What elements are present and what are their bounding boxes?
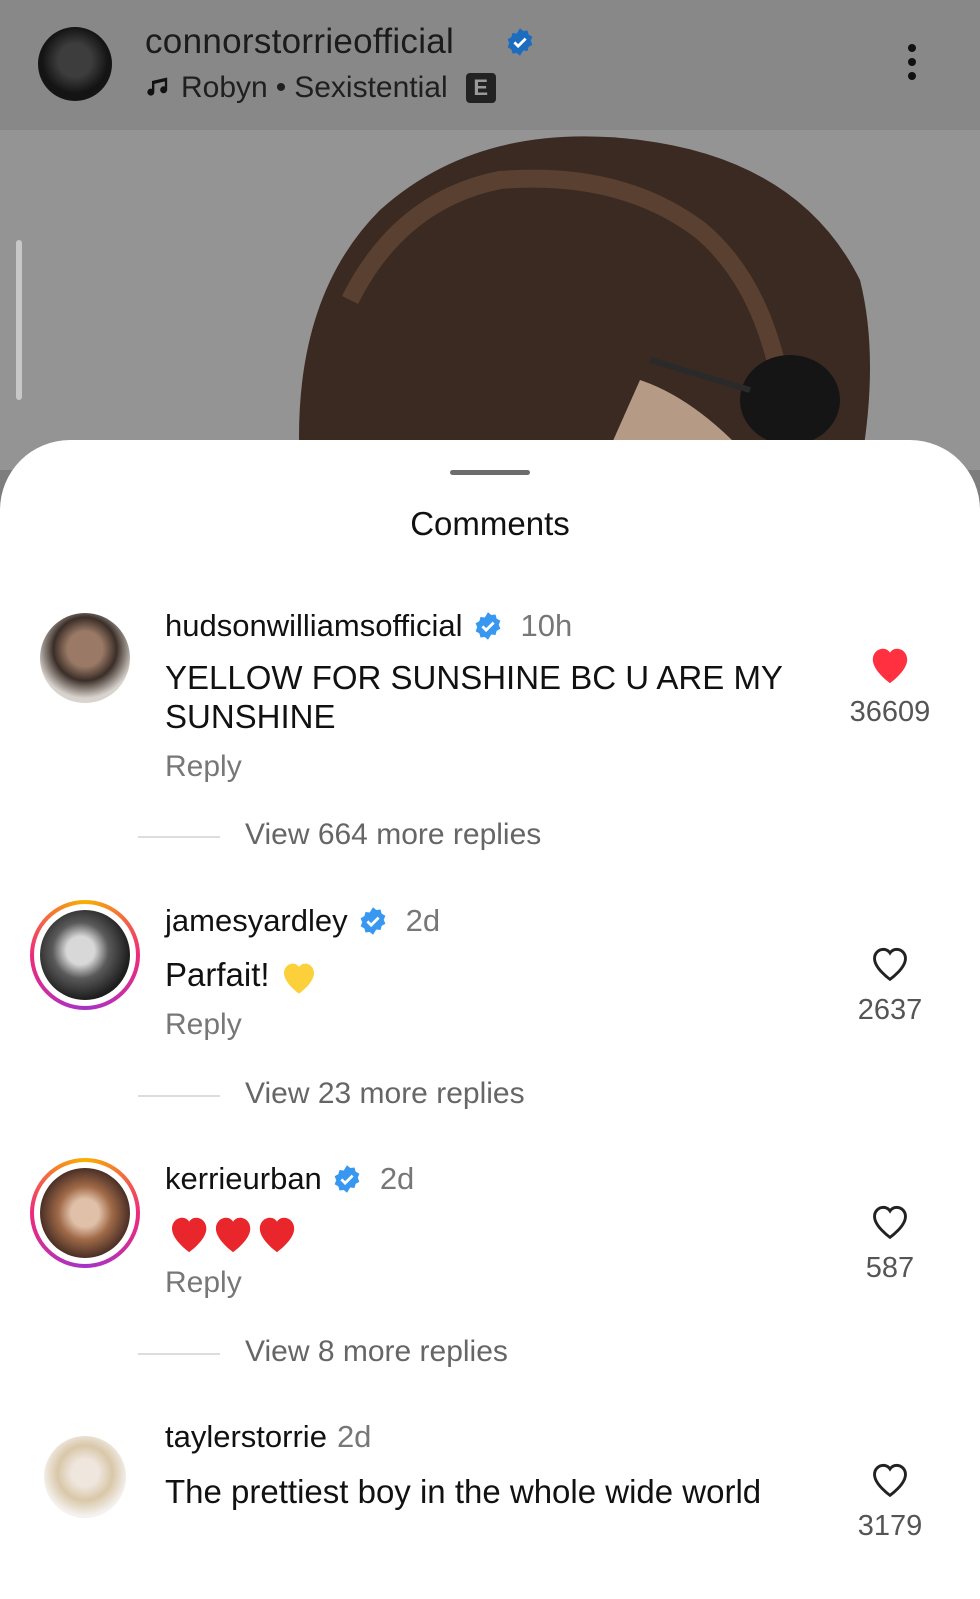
verified-icon [475, 612, 500, 640]
like-control[interactable]: 2637 [840, 943, 940, 1027]
like-control[interactable]: 3179 [840, 1459, 940, 1543]
story-ring[interactable] [30, 900, 140, 1010]
replies-divider [138, 1353, 220, 1355]
more-options-icon[interactable] [906, 44, 918, 88]
separator-dot: • [275, 71, 287, 104]
commenter-avatar[interactable] [44, 1436, 126, 1518]
like-control[interactable]: 587 [840, 1201, 940, 1285]
reel-header [0, 0, 980, 130]
heart-outline-icon[interactable] [868, 1459, 912, 1499]
replies-divider [138, 1095, 220, 1097]
comment-header: hudsonwilliamsofficial 10h [165, 608, 572, 644]
reply-button[interactable]: Reply [165, 1266, 242, 1300]
sheet-grabber[interactable] [450, 470, 530, 475]
comments-sheet: Comments hudsonwilliamsofficial 10h YELL… [0, 440, 980, 1599]
verified-icon [334, 1165, 360, 1193]
artist-name: Robyn [181, 71, 268, 104]
reply-button[interactable]: Reply [165, 750, 242, 784]
explicit-badge: E [465, 73, 496, 103]
commenter-username[interactable]: kerrieurban [165, 1161, 322, 1197]
comment-header: taylerstorrie 2d [165, 1419, 371, 1455]
audio-info[interactable]: Robyn • Sexistential E [145, 71, 496, 105]
owner-username[interactable]: connorstorrieofficial [145, 22, 454, 62]
progress-handle [16, 240, 22, 400]
like-count: 3179 [857, 1510, 923, 1542]
comment-header: jamesyardley 2d [165, 903, 440, 939]
comment-time: 2d [336, 1419, 372, 1454]
story-ring[interactable] [30, 1158, 140, 1268]
commenter-avatar[interactable] [40, 1168, 130, 1258]
comment-text: The prettiest boy in the whole wide worl… [165, 1473, 762, 1510]
comment-emoji-text [165, 1212, 815, 1262]
comment-text: YELLOW FOR SUNSHINE BC U ARE MY SUNSHINE [165, 659, 783, 735]
comment-time: 10h [520, 608, 573, 643]
like-count: 36609 [849, 696, 931, 728]
reply-button[interactable]: Reply [165, 1008, 242, 1042]
sheet-title: Comments [410, 505, 570, 542]
music-note-icon [147, 77, 168, 96]
owner-avatar[interactable] [38, 27, 112, 101]
verified-icon [360, 907, 385, 935]
heart-filled-icon[interactable] [867, 643, 913, 685]
verified-icon [507, 28, 533, 56]
view-replies-button[interactable]: View 23 more replies [245, 1077, 525, 1111]
comment-header: kerrieurban 2d [165, 1161, 414, 1197]
commenter-username[interactable]: jamesyardley [165, 903, 348, 939]
comment-text: Parfait! [165, 956, 270, 993]
comment-time: 2d [405, 903, 441, 938]
commenter-avatar[interactable] [40, 613, 130, 703]
song-title: Sexistential [294, 71, 448, 104]
comment-time: 2d [379, 1161, 415, 1196]
heart-outline-icon[interactable] [868, 943, 912, 983]
commenter-username[interactable]: taylerstorrie [165, 1419, 327, 1455]
commenter-username[interactable]: hudsonwilliamsofficial [165, 608, 463, 644]
like-count: 587 [865, 1252, 915, 1284]
like-count: 2637 [857, 994, 923, 1026]
view-replies-button[interactable]: View 8 more replies [245, 1335, 508, 1369]
commenter-avatar[interactable] [40, 910, 130, 1000]
replies-divider [138, 836, 220, 838]
red-hearts-emoji-icon [172, 1217, 295, 1253]
heart-outline-icon[interactable] [868, 1201, 912, 1241]
view-replies-button[interactable]: View 664 more replies [245, 818, 541, 852]
comment-body: Parfait! [165, 955, 815, 996]
yellow-heart-emoji-icon [283, 963, 314, 994]
like-control[interactable]: 36609 [840, 643, 940, 729]
